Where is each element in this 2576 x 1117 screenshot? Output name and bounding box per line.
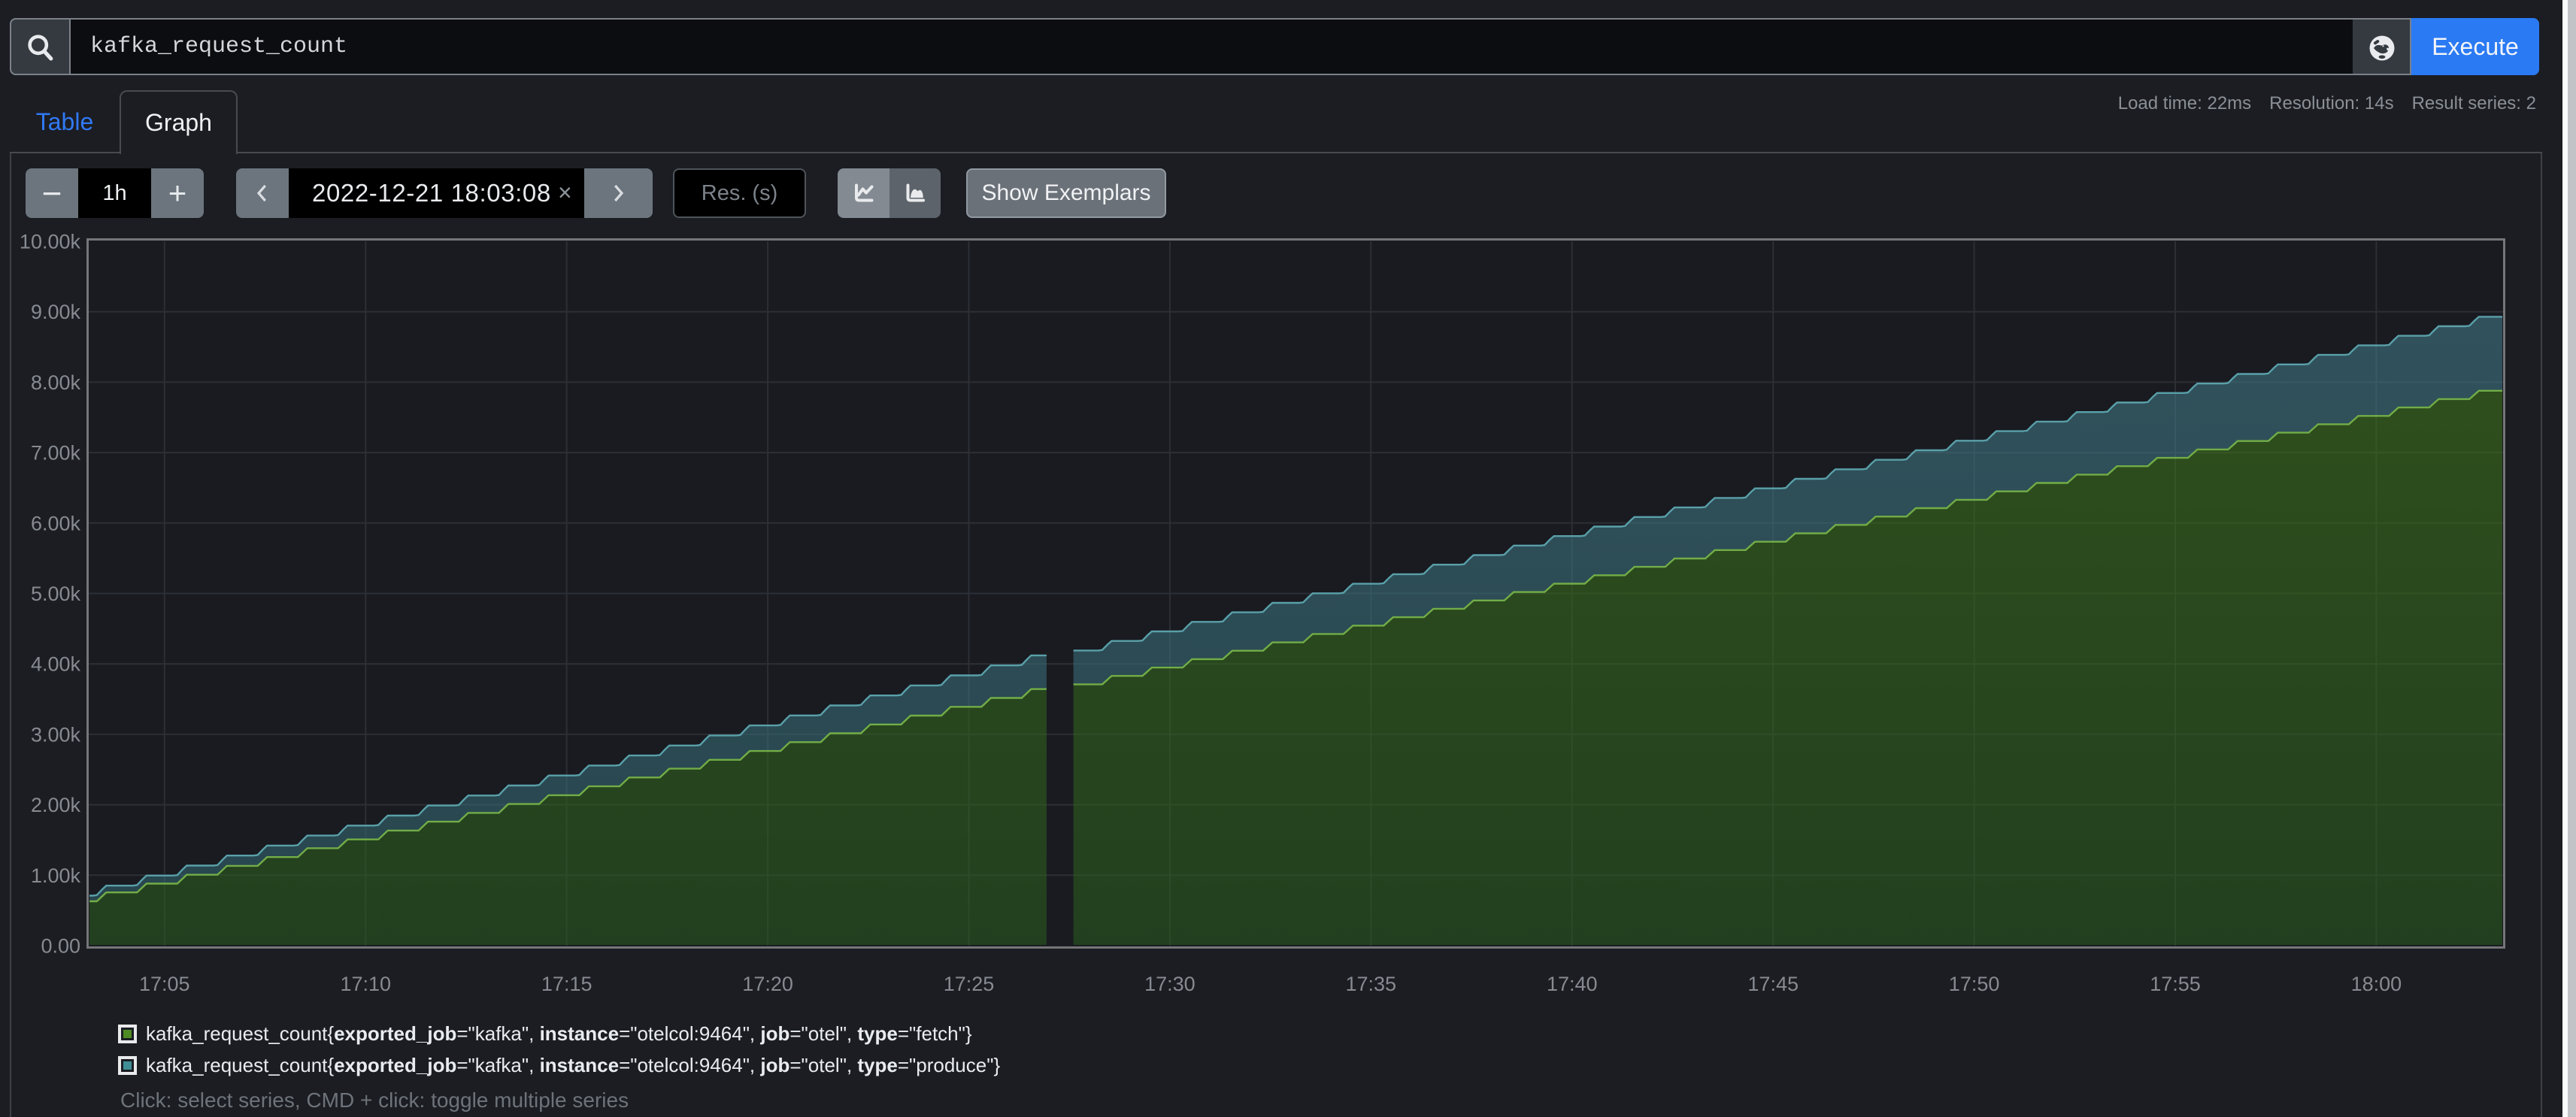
svg-text:17:35: 17:35	[1346, 973, 1397, 995]
svg-text:7.00k: 7.00k	[31, 442, 81, 465]
svg-text:5.00k: 5.00k	[31, 583, 81, 605]
svg-text:17:25: 17:25	[944, 973, 995, 995]
svg-text:17:05: 17:05	[139, 973, 190, 995]
svg-text:2.00k: 2.00k	[31, 794, 81, 816]
svg-text:17:10: 17:10	[341, 973, 392, 995]
svg-text:8.00k: 8.00k	[31, 371, 81, 394]
svg-text:0.00: 0.00	[41, 935, 80, 958]
svg-text:17:30: 17:30	[1144, 973, 1196, 995]
svg-text:3.00k: 3.00k	[31, 723, 81, 746]
svg-text:17:15: 17:15	[541, 973, 592, 995]
svg-text:1.00k: 1.00k	[31, 864, 81, 887]
svg-text:6.00k: 6.00k	[31, 512, 81, 534]
svg-text:17:50: 17:50	[1949, 973, 2000, 995]
svg-text:9.00k: 9.00k	[31, 301, 81, 323]
svg-text:17:55: 17:55	[2150, 973, 2201, 995]
svg-text:17:45: 17:45	[1747, 973, 1799, 995]
svg-text:4.00k: 4.00k	[31, 653, 81, 676]
svg-text:18:00: 18:00	[2351, 973, 2402, 995]
svg-text:10.00k: 10.00k	[20, 231, 81, 253]
svg-text:17:40: 17:40	[1547, 973, 1598, 995]
svg-text:17:20: 17:20	[742, 973, 793, 995]
